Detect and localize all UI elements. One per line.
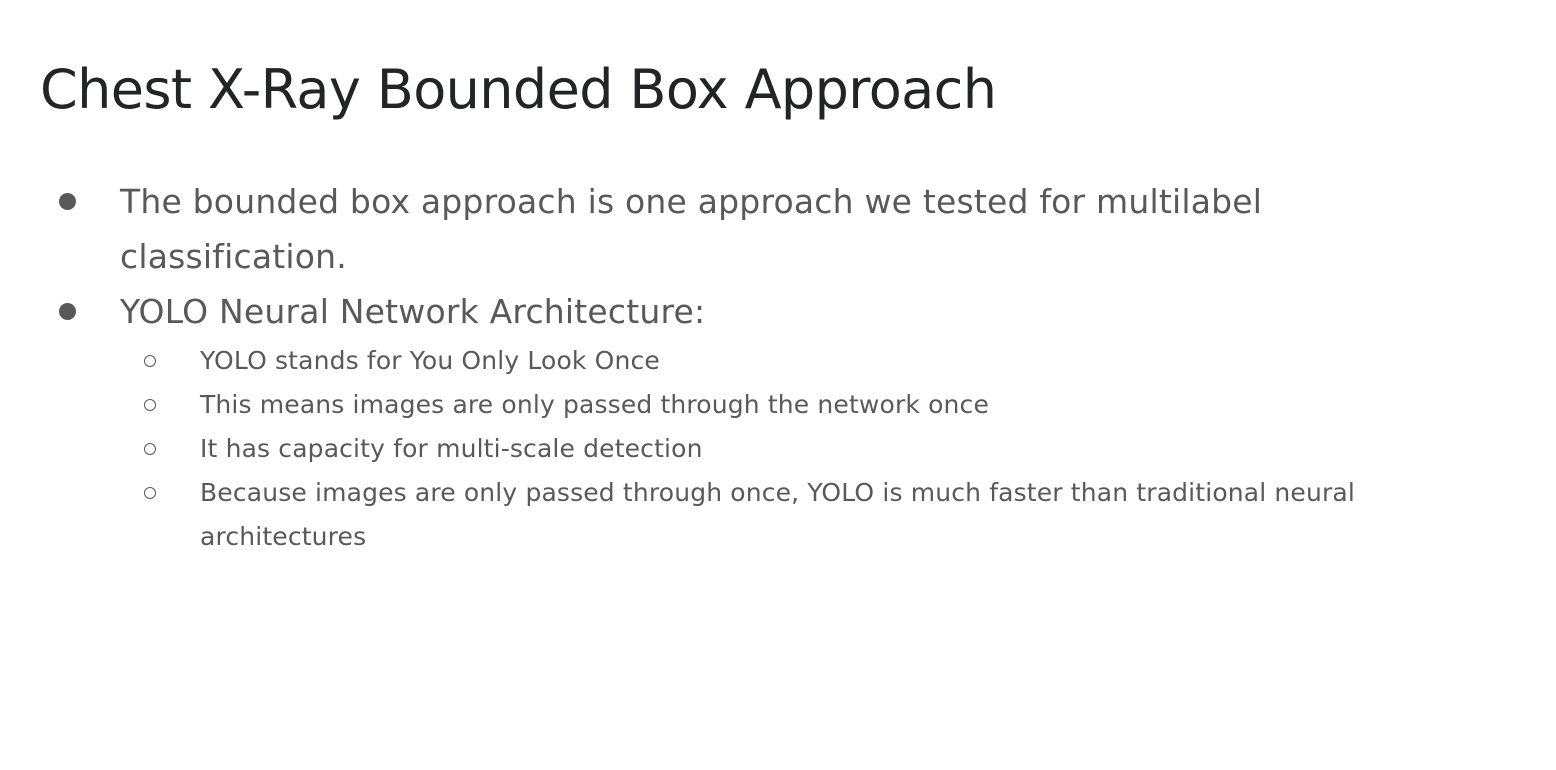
- hollow-circle-bullet-icon: [144, 355, 156, 367]
- sub-bullet-item: This means images are only passed throug…: [0, 383, 1480, 427]
- sub-bullet-text: YOLO stands for You Only Look Once: [200, 346, 660, 375]
- slide: Chest X-Ray Bounded Box Approach The bou…: [0, 0, 1556, 770]
- sub-bullet-list: YOLO stands for You Only Look Once This …: [120, 339, 1360, 559]
- hollow-circle-bullet-icon: [144, 487, 156, 499]
- sub-bullet-text: This means images are only passed throug…: [200, 390, 989, 419]
- filled-circle-bullet-icon: [59, 303, 76, 320]
- slide-title: Chest X-Ray Bounded Box Approach: [40, 58, 997, 121]
- sub-bullet-item: YOLO stands for You Only Look Once: [0, 339, 1480, 383]
- bullet-item: YOLO Neural Network Architecture: YOLO s…: [0, 284, 1360, 559]
- hollow-circle-bullet-icon: [144, 399, 156, 411]
- sub-bullet-text: It has capacity for multi-scale detectio…: [200, 434, 703, 463]
- filled-circle-bullet-icon: [59, 193, 76, 210]
- bullet-list: The bounded box approach is one approach…: [0, 174, 1520, 559]
- hollow-circle-bullet-icon: [144, 443, 156, 455]
- bullet-item: The bounded box approach is one approach…: [0, 174, 1360, 284]
- bullet-text: The bounded box approach is one approach…: [120, 182, 1263, 276]
- bullet-text: YOLO Neural Network Architecture:: [120, 292, 706, 331]
- sub-bullet-text: Because images are only passed through o…: [200, 478, 1355, 551]
- sub-bullet-item: It has capacity for multi-scale detectio…: [0, 427, 1480, 471]
- sub-bullet-item: Because images are only passed through o…: [0, 471, 1480, 559]
